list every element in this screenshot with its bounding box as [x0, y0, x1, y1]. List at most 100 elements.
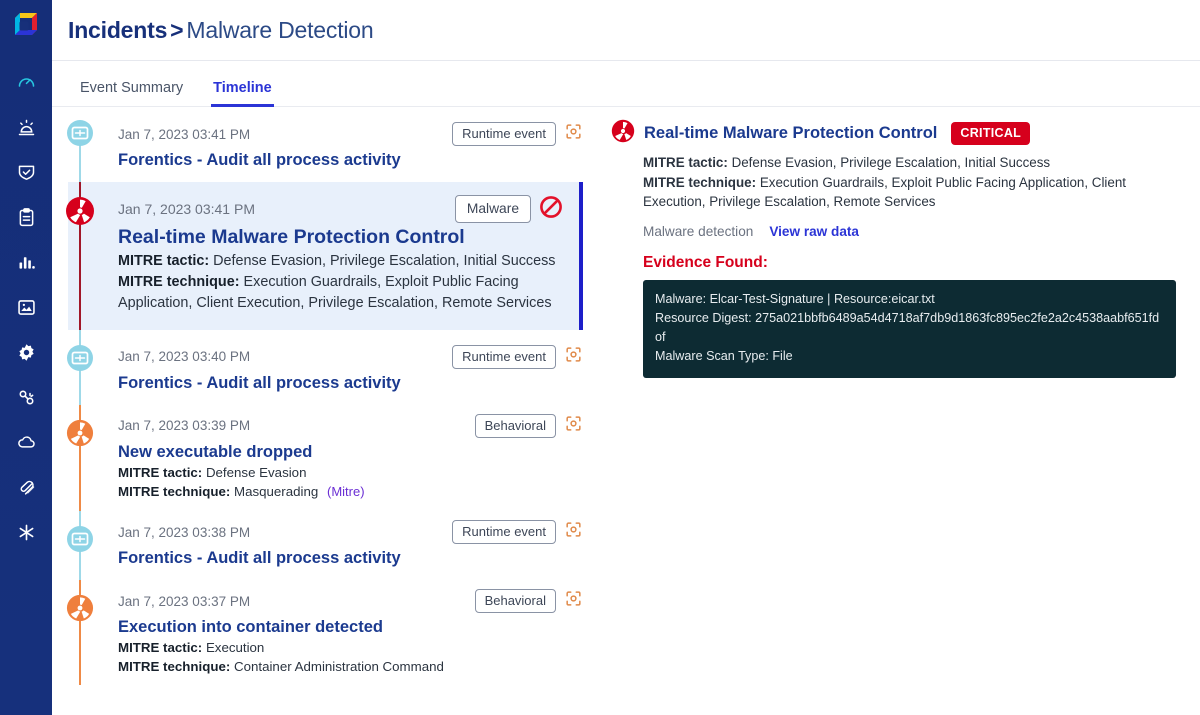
sidebar-item-settings[interactable] [9, 335, 43, 369]
timeline-event-title[interactable]: Forentics - Audit all process activity [118, 374, 583, 393]
timeline-card[interactable]: Jan 7, 2023 03:37 PM Behavioral [118, 586, 583, 677]
evidence-box: Malware: Elcar-Test-Signature | Resource… [643, 280, 1176, 379]
timeline-timestamp: Jan 7, 2023 03:38 PM [118, 525, 250, 540]
mitre-technique-label: MITRE technique: [118, 659, 230, 674]
content-area: Jan 7, 2023 03:41 PM Runtime event [52, 107, 1200, 715]
event-detail-panel: Real-time Malware Protection Control CRI… [597, 107, 1200, 715]
runtime-event-icon [66, 344, 94, 372]
tab-event-summary[interactable]: Event Summary [78, 80, 185, 107]
timeline-card-head: Jan 7, 2023 03:40 PM Runtime event [118, 342, 583, 372]
main-area: Incidents>Malware Detection Event Summar… [52, 0, 1200, 715]
sidebar-item-reports[interactable] [9, 245, 43, 279]
timeline-card-actions: Behavioral [475, 414, 583, 438]
scan-target-icon[interactable] [564, 345, 583, 369]
event-type-badge[interactable]: Runtime event [452, 520, 556, 544]
timeline-timestamp: Jan 7, 2023 03:41 PM [118, 127, 250, 142]
event-type-badge[interactable]: Behavioral [475, 589, 556, 613]
behavioral-radioactive-icon [66, 594, 94, 622]
malware-radioactive-icon [65, 196, 95, 226]
mitre-technique-label: MITRE technique: [118, 274, 240, 290]
cube-logo[interactable] [9, 9, 43, 43]
mitre-technique-value: Masquerading [234, 484, 318, 499]
sidebar-item-protection[interactable] [9, 155, 43, 189]
timeline-timestamp: Jan 7, 2023 03:41 PM [118, 201, 255, 217]
sidebar-item-alerts[interactable] [9, 110, 43, 144]
mitre-tactic-value: Defense Evasion [206, 465, 307, 480]
timeline-timestamp: Jan 7, 2023 03:37 PM [118, 594, 250, 609]
mitre-tactic-label: MITRE tactic: [643, 155, 728, 170]
event-type-badge[interactable]: Behavioral [475, 414, 556, 438]
blocked-icon[interactable] [539, 195, 563, 224]
timeline-mitre-tactic: MITRE tactic: Defense Evasion, Privilege… [118, 251, 563, 272]
timeline-mitre-tactic: MITRE tactic: Defense Evasion [118, 464, 583, 483]
timeline-item[interactable]: Jan 7, 2023 03:39 PM Behavioral [52, 405, 597, 512]
timeline-event-title[interactable]: Forentics - Audit all process activity [118, 549, 583, 568]
timeline-card[interactable]: Jan 7, 2023 03:38 PM Runtime event [118, 517, 583, 568]
breadcrumb-current: Malware Detection [186, 17, 373, 43]
mitre-tactic-value: Execution [206, 640, 264, 655]
mitre-technique-value: Container Administration Command [234, 659, 444, 674]
timeline-item[interactable]: Jan 7, 2023 03:38 PM Runtime event [52, 511, 597, 580]
timeline-item[interactable]: Jan 7, 2023 03:37 PM Behavioral [52, 580, 597, 699]
timeline-mitre-tactic: MITRE tactic: Execution [118, 639, 583, 658]
event-type-badge[interactable]: Malware [455, 195, 531, 224]
scan-target-icon[interactable] [564, 122, 583, 146]
timeline-item[interactable]: Jan 7, 2023 03:41 PM Runtime event [52, 113, 597, 182]
timeline-card[interactable]: Jan 7, 2023 03:40 PM Runtime event [118, 342, 583, 393]
event-type-badge[interactable]: Runtime event [452, 345, 556, 369]
left-sidebar [0, 0, 52, 715]
timeline-card-actions: Behavioral [475, 589, 583, 613]
mitre-tactic-value: Defense Evasion, Privilege Escalation, I… [213, 253, 555, 269]
timeline-card[interactable]: Jan 7, 2023 03:41 PM Runtime event [118, 119, 583, 170]
timeline-event-title[interactable]: Real-time Malware Protection Control [118, 226, 563, 249]
sidebar-item-images[interactable] [9, 290, 43, 324]
timeline-card-head: Jan 7, 2023 03:41 PM Runtime event [118, 119, 583, 149]
tab-timeline[interactable]: Timeline [211, 80, 274, 107]
mitre-tactic-value: Defense Evasion, Privilege Escalation, I… [732, 155, 1051, 170]
timeline-event-title[interactable]: Execution into container detected [118, 618, 583, 637]
breadcrumb-root[interactable]: Incidents [68, 17, 167, 43]
timeline-event-title[interactable]: Forentics - Audit all process activity [118, 151, 583, 170]
tab-bar: Event Summary Timeline [52, 61, 1200, 107]
view-raw-data-link[interactable]: View raw data [769, 224, 859, 239]
detail-title: Real-time Malware Protection Control [644, 124, 937, 143]
detection-category: Malware detection [643, 224, 753, 239]
mitre-technique-label: MITRE technique: [643, 175, 756, 190]
timeline-card[interactable]: Jan 7, 2023 03:39 PM Behavioral [118, 411, 583, 502]
app-window: Incidents>Malware Detection Event Summar… [0, 0, 1200, 715]
sidebar-item-attachments[interactable] [9, 470, 43, 504]
evidence-line: Malware: Elcar-Test-Signature | Resource… [655, 290, 1164, 309]
sidebar-item-tools[interactable] [9, 515, 43, 549]
scan-target-icon[interactable] [564, 589, 583, 613]
timeline-timestamp: Jan 7, 2023 03:40 PM [118, 349, 250, 364]
timeline-card-head: Jan 7, 2023 03:38 PM Runtime event [118, 517, 583, 547]
detail-header: Real-time Malware Protection Control CRI… [611, 119, 1186, 148]
breadcrumb-separator: > [170, 17, 183, 43]
timeline-mitre-technique: MITRE technique: Container Administratio… [118, 658, 583, 677]
detail-body: MITRE tactic: Defense Evasion, Privilege… [611, 153, 1186, 378]
scan-target-icon[interactable] [564, 414, 583, 438]
scan-target-icon[interactable] [564, 520, 583, 544]
mitre-reference-link[interactable]: (Mitre) [327, 484, 365, 499]
detail-mitre-tactic: MITRE tactic: Defense Evasion, Privilege… [643, 153, 1186, 173]
sidebar-item-dashboard[interactable] [9, 65, 43, 99]
sidebar-item-integrations[interactable] [9, 380, 43, 414]
mitre-technique-label: MITRE technique: [118, 484, 230, 499]
timeline-card[interactable]: Jan 7, 2023 03:41 PM Malware [68, 182, 583, 330]
detail-subrow: Malware detection View raw data [643, 224, 1186, 239]
timeline-mitre-technique: MITRE technique: Execution Guardrails, E… [118, 272, 563, 314]
timeline-card-actions: Runtime event [452, 122, 583, 146]
sidebar-item-cloud[interactable] [9, 425, 43, 459]
event-type-badge[interactable]: Runtime event [452, 122, 556, 146]
timeline-mitre-technique: MITRE technique: Masquerading (Mitre) [118, 483, 583, 502]
runtime-event-icon [66, 525, 94, 553]
timeline-event-title[interactable]: New executable dropped [118, 443, 583, 462]
mitre-tactic-label: MITRE tactic: [118, 640, 202, 655]
behavioral-radioactive-icon [66, 419, 94, 447]
evidence-line: Malware Scan Type: File [655, 347, 1164, 366]
sidebar-item-policies[interactable] [9, 200, 43, 234]
timeline-item-selected[interactable]: Jan 7, 2023 03:41 PM Malware [52, 182, 597, 330]
timeline-card-head: Jan 7, 2023 03:39 PM Behavioral [118, 411, 583, 441]
timeline-item[interactable]: Jan 7, 2023 03:40 PM Runtime event [52, 330, 597, 405]
mitre-tactic-label: MITRE tactic: [118, 253, 209, 269]
